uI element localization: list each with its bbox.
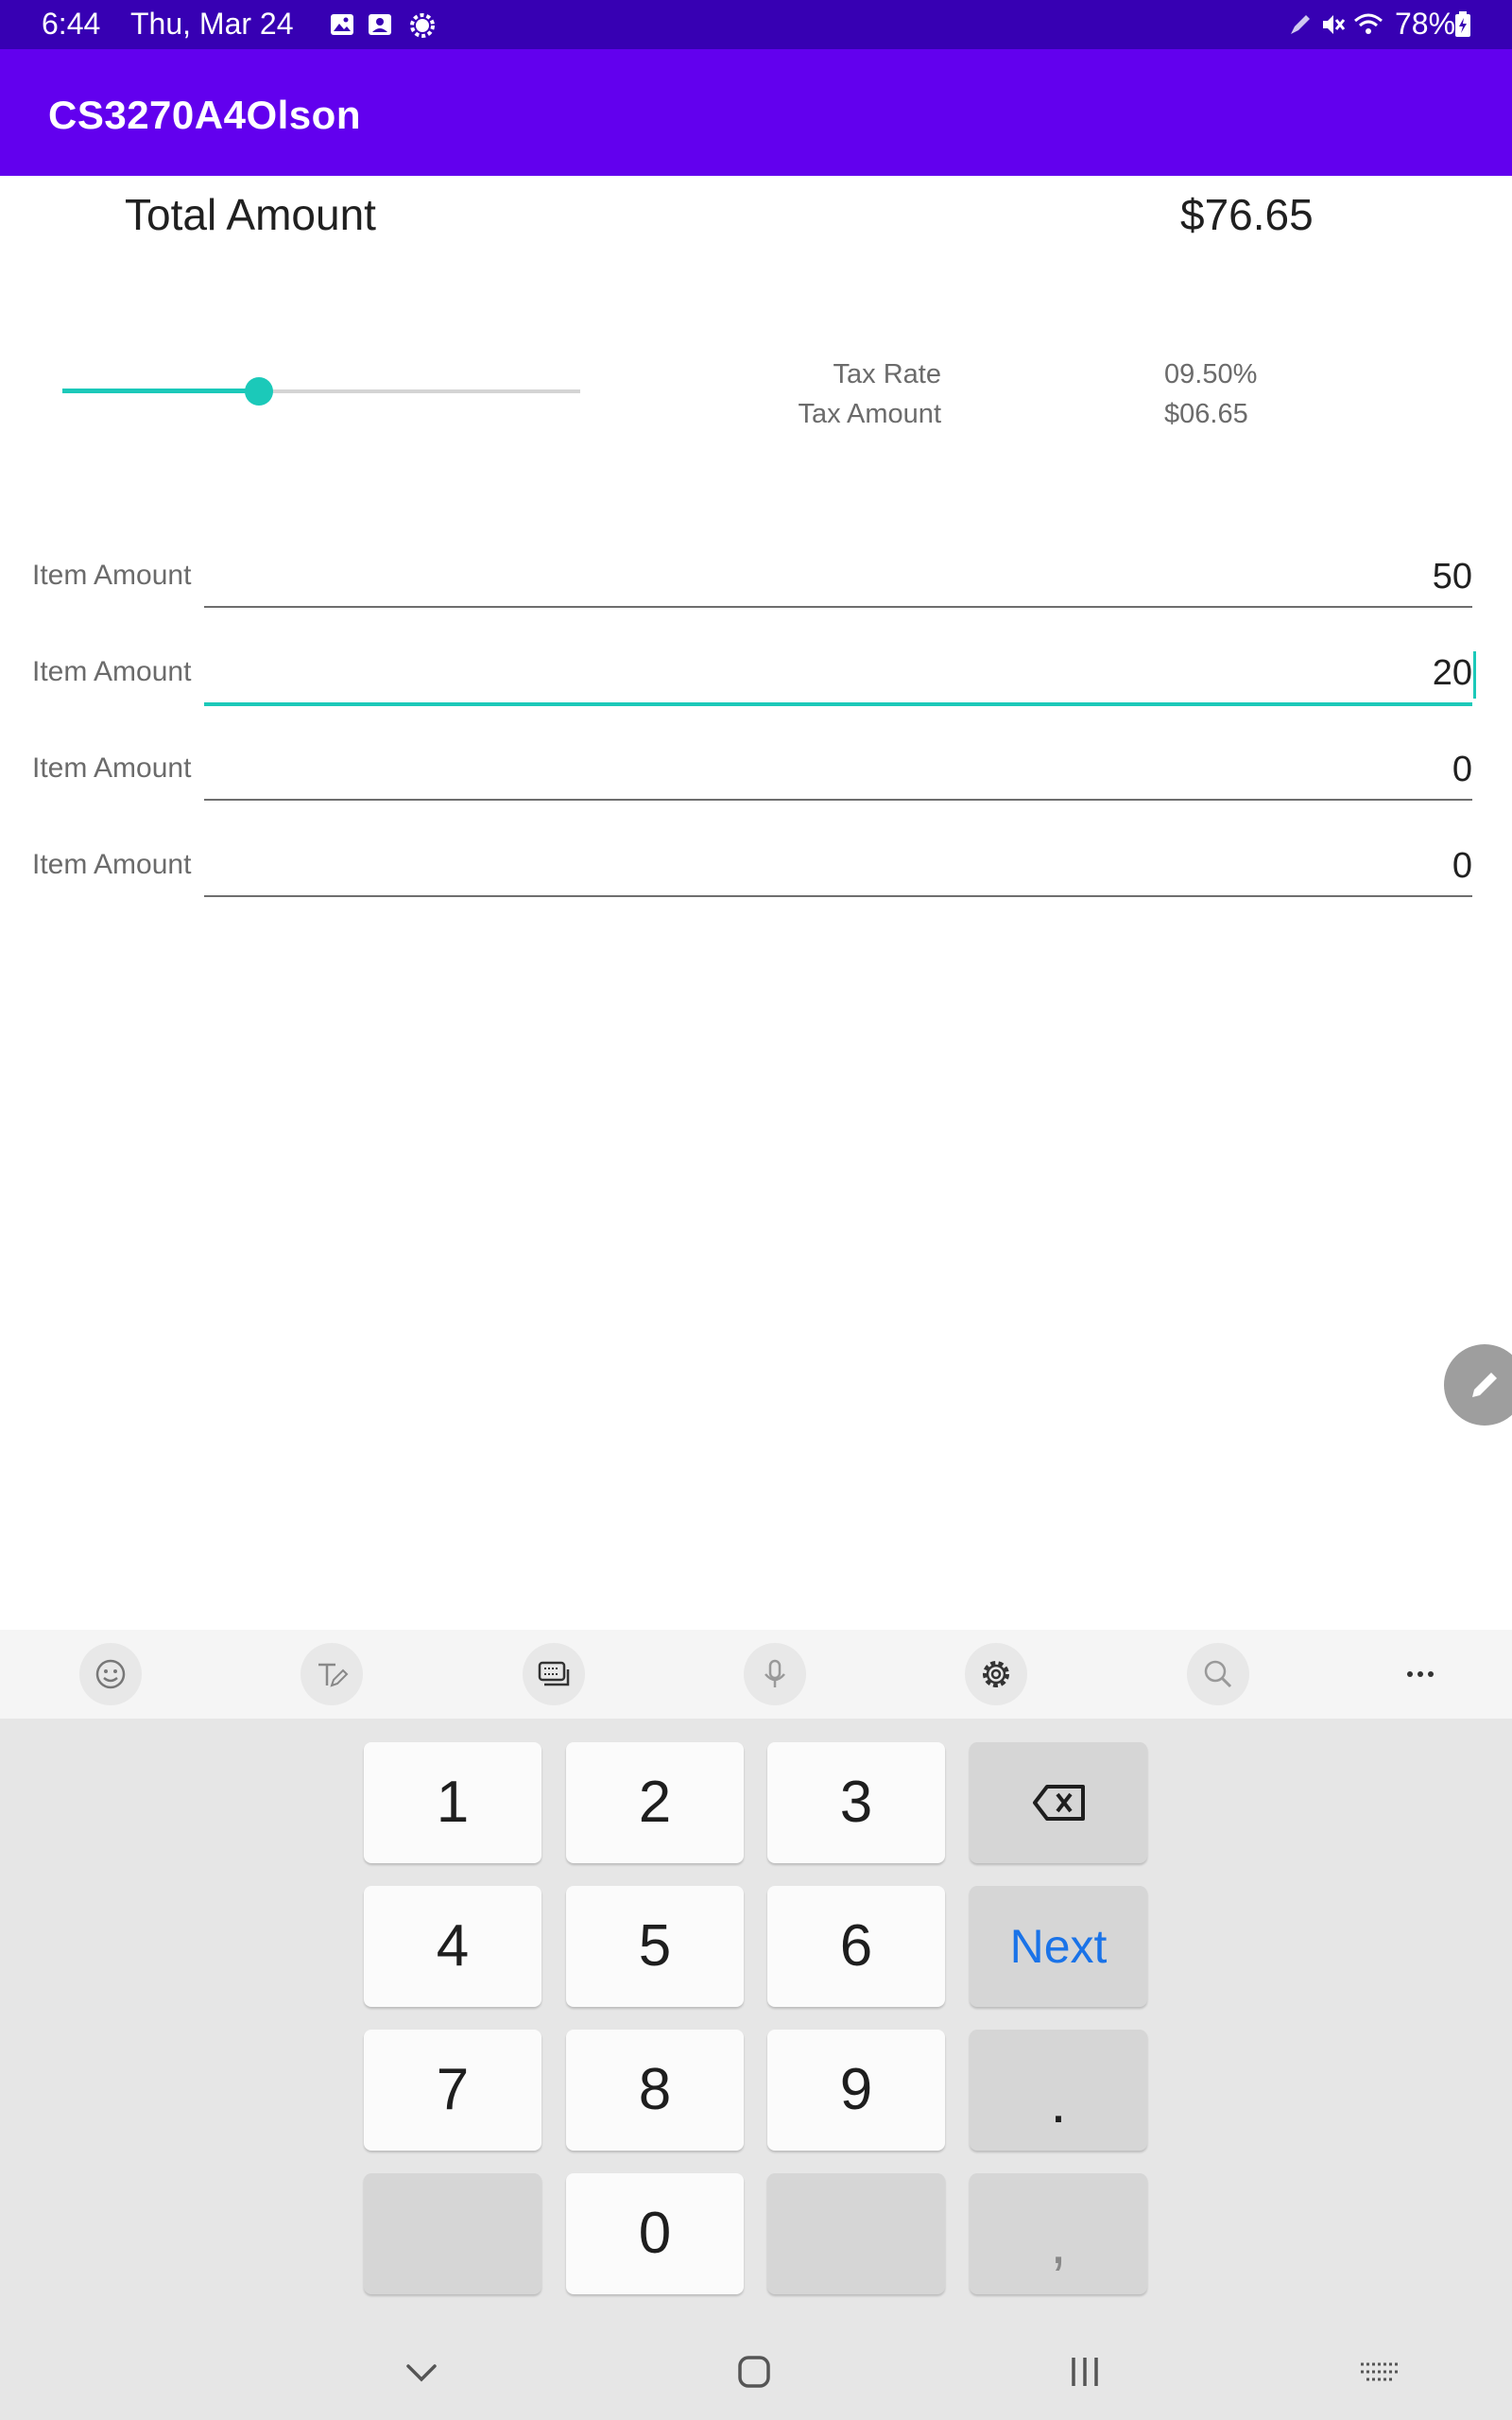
total-amount-label: Total Amount [125,190,376,239]
period-key[interactable]: . [970,2030,1147,2151]
handwriting-button[interactable] [301,1643,363,1705]
item-amount-value: 0 [1452,846,1472,886]
key-6[interactable]: 6 [767,1886,945,2007]
tax-amount-value: $06.65 [1164,399,1248,429]
microphone-icon [765,1659,785,1687]
slider-fill [62,389,260,393]
emoji-icon [95,1659,126,1689]
tax-amount-label: Tax Amount [798,399,941,429]
tax-rate-slider[interactable] [62,372,580,410]
settings-icon [983,1661,1009,1687]
item-amount-label: Item Amount [32,560,192,591]
more-icon [1407,1671,1434,1677]
blank-key-right [767,2173,945,2294]
pencil-icon [1472,1373,1497,1397]
keyboard-mode-button[interactable] [523,1643,585,1705]
screenshot-icon [367,11,393,38]
item-amount-label: Item Amount [32,752,192,784]
item-amount-value: 20 [1432,653,1472,693]
back-chevron-icon [406,2364,437,2382]
app-bar: CS3270A4Olson [0,49,1512,176]
key-7[interactable]: 7 [364,2030,541,2151]
item-amount-field[interactable]: 0 [204,846,1472,897]
handwriting-icon [318,1663,349,1687]
voice-input-button[interactable] [744,1643,806,1705]
item-amount-field[interactable]: 20 [204,651,1476,706]
keyboard-settings-button[interactable] [965,1643,1027,1705]
tax-rate-value: 09.50% [1164,359,1258,389]
item-amount-field[interactable]: 0 [204,750,1472,801]
key-2[interactable]: 2 [566,1742,744,1863]
key-9[interactable]: 9 [767,2030,945,2151]
recents-button[interactable] [1066,2353,1104,2395]
gallery-icon [329,11,355,38]
text-cursor [1473,651,1476,699]
backspace-key[interactable] [970,1742,1147,1863]
keyboard-switch-button[interactable] [1357,2353,1402,2395]
settings-gear-icon [408,11,435,38]
key-0[interactable]: 0 [566,2173,744,2294]
item-amount-field[interactable]: 50 [204,557,1472,608]
keyboard-mode-icon [538,1661,570,1686]
item-amount-value: 50 [1432,557,1472,596]
slider-thumb[interactable] [245,377,274,406]
numeric-keyboard: 1 2 3 4 5 6 Next 7 8 9 . 0 , [0,1719,1512,2420]
edit-fab-button[interactable] [1444,1344,1512,1426]
key-3[interactable]: 3 [767,1742,945,1863]
key-5[interactable]: 5 [566,1886,744,2007]
keyboard-toolbar [0,1630,1512,1719]
search-button[interactable] [1187,1643,1249,1705]
blank-key-left [364,2173,541,2294]
back-button[interactable] [403,2353,440,2395]
battery-percentage: 78% [1395,7,1456,41]
backspace-icon [1033,1785,1085,1821]
wifi-icon [1353,11,1383,38]
item-amount-value: 0 [1452,750,1472,789]
item-amount-label: Item Amount [32,849,192,880]
emoji-button[interactable] [79,1643,142,1705]
item-amount-label: Item Amount [32,656,192,687]
key-1[interactable]: 1 [364,1742,541,1863]
app-title: CS3270A4Olson [48,93,361,137]
key-8[interactable]: 8 [566,2030,744,2151]
status-time: 6:44 [42,7,101,41]
navigation-bar [0,2330,1512,2420]
home-icon [738,2356,770,2388]
key-4[interactable]: 4 [364,1886,541,2007]
comma-key[interactable]: , [970,2173,1147,2294]
tax-rate-label: Tax Rate [833,359,941,389]
status-date: Thu, Mar 24 [130,7,294,41]
recents-icon [1072,2358,1098,2386]
pen-icon [1287,11,1314,38]
search-icon [1204,1660,1232,1688]
mute-icon [1319,11,1346,38]
more-options-button[interactable] [1389,1643,1452,1705]
battery-icon [1453,11,1472,38]
status-bar: 6:44 Thu, Mar 24 78% [0,0,1512,49]
keyboard-switch-icon [1361,2362,1399,2381]
home-button[interactable] [735,2353,773,2395]
next-key[interactable]: Next [970,1886,1147,2007]
total-amount-value: $76.65 [1180,190,1314,239]
